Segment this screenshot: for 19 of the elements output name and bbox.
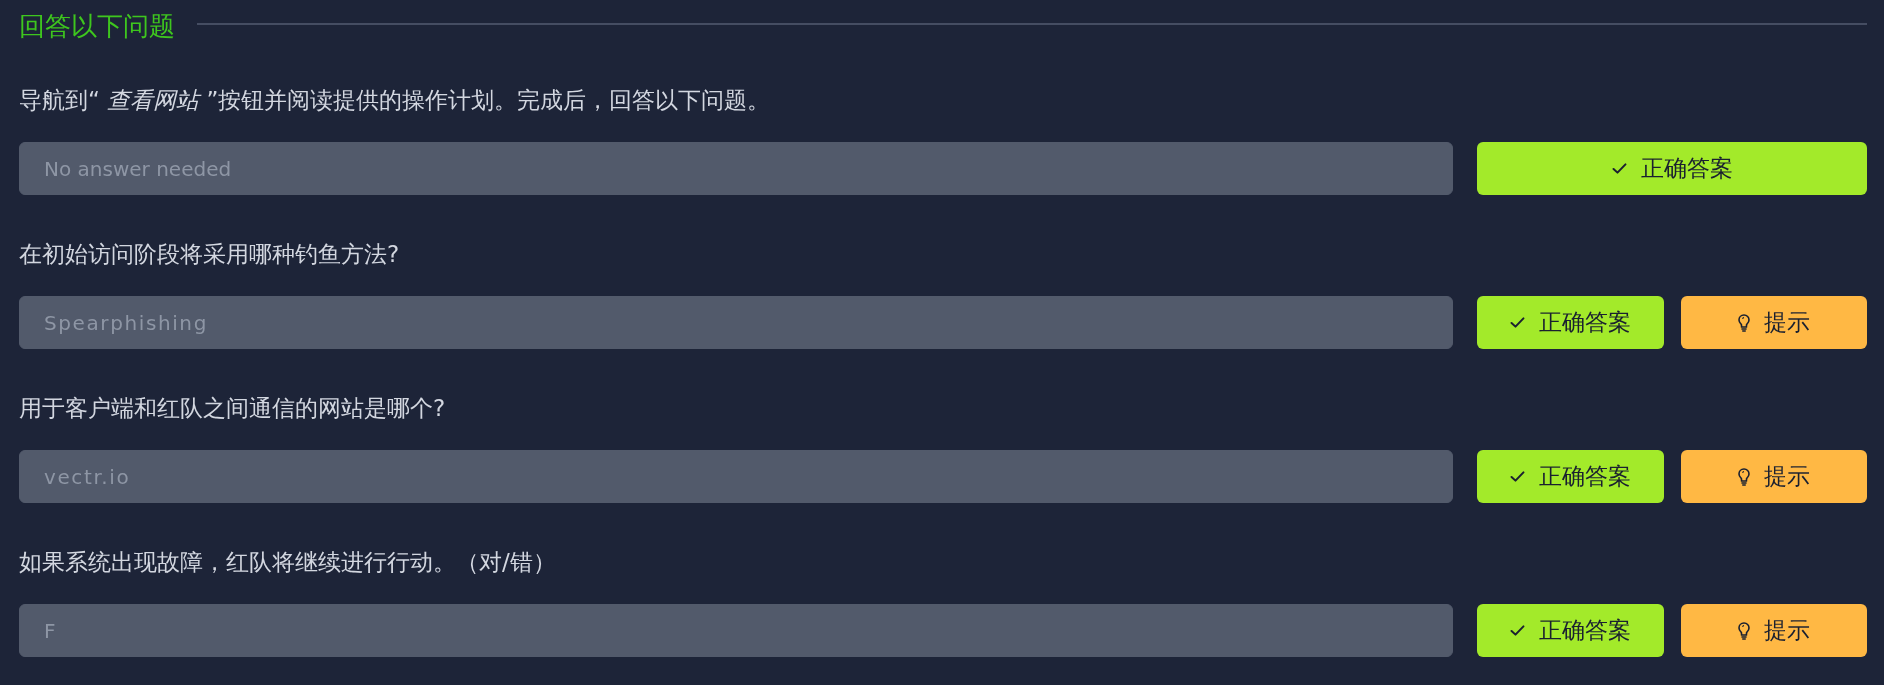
check-icon	[1509, 317, 1525, 328]
check-icon	[1509, 625, 1525, 636]
correct-answer-button[interactable]: 正确答案	[1477, 296, 1664, 349]
question-text: 如果系统出现故障，红队将继续进行行动。（对/错）	[19, 548, 557, 576]
lightbulb-icon	[1737, 621, 1750, 640]
check-icon	[1611, 163, 1627, 174]
hint-button[interactable]: 提示	[1680, 604, 1867, 657]
question-text: 在初始访问阶段将采用哪种钓鱼方法?	[19, 240, 401, 268]
correct-answer-button[interactable]: 正确答案	[1477, 142, 1867, 195]
hint-button[interactable]: 提示	[1680, 450, 1867, 503]
lightbulb-icon	[1737, 467, 1750, 486]
question-text: 用于客户端和红队之间通信的网站是哪个?	[19, 394, 447, 422]
lightbulb-icon	[1737, 313, 1750, 332]
correct-answer-button[interactable]: 正确答案	[1477, 604, 1664, 657]
question-text: 导航到“ 查看网站 ”按钮并阅读提供的操作计划。完成后，回答以下问题。	[19, 86, 772, 114]
correct-answer-button[interactable]: 正确答案	[1477, 450, 1664, 503]
section-title: 回答以下问题	[19, 11, 175, 41]
check-icon	[1509, 471, 1525, 482]
hint-button[interactable]: 提示	[1680, 296, 1867, 349]
